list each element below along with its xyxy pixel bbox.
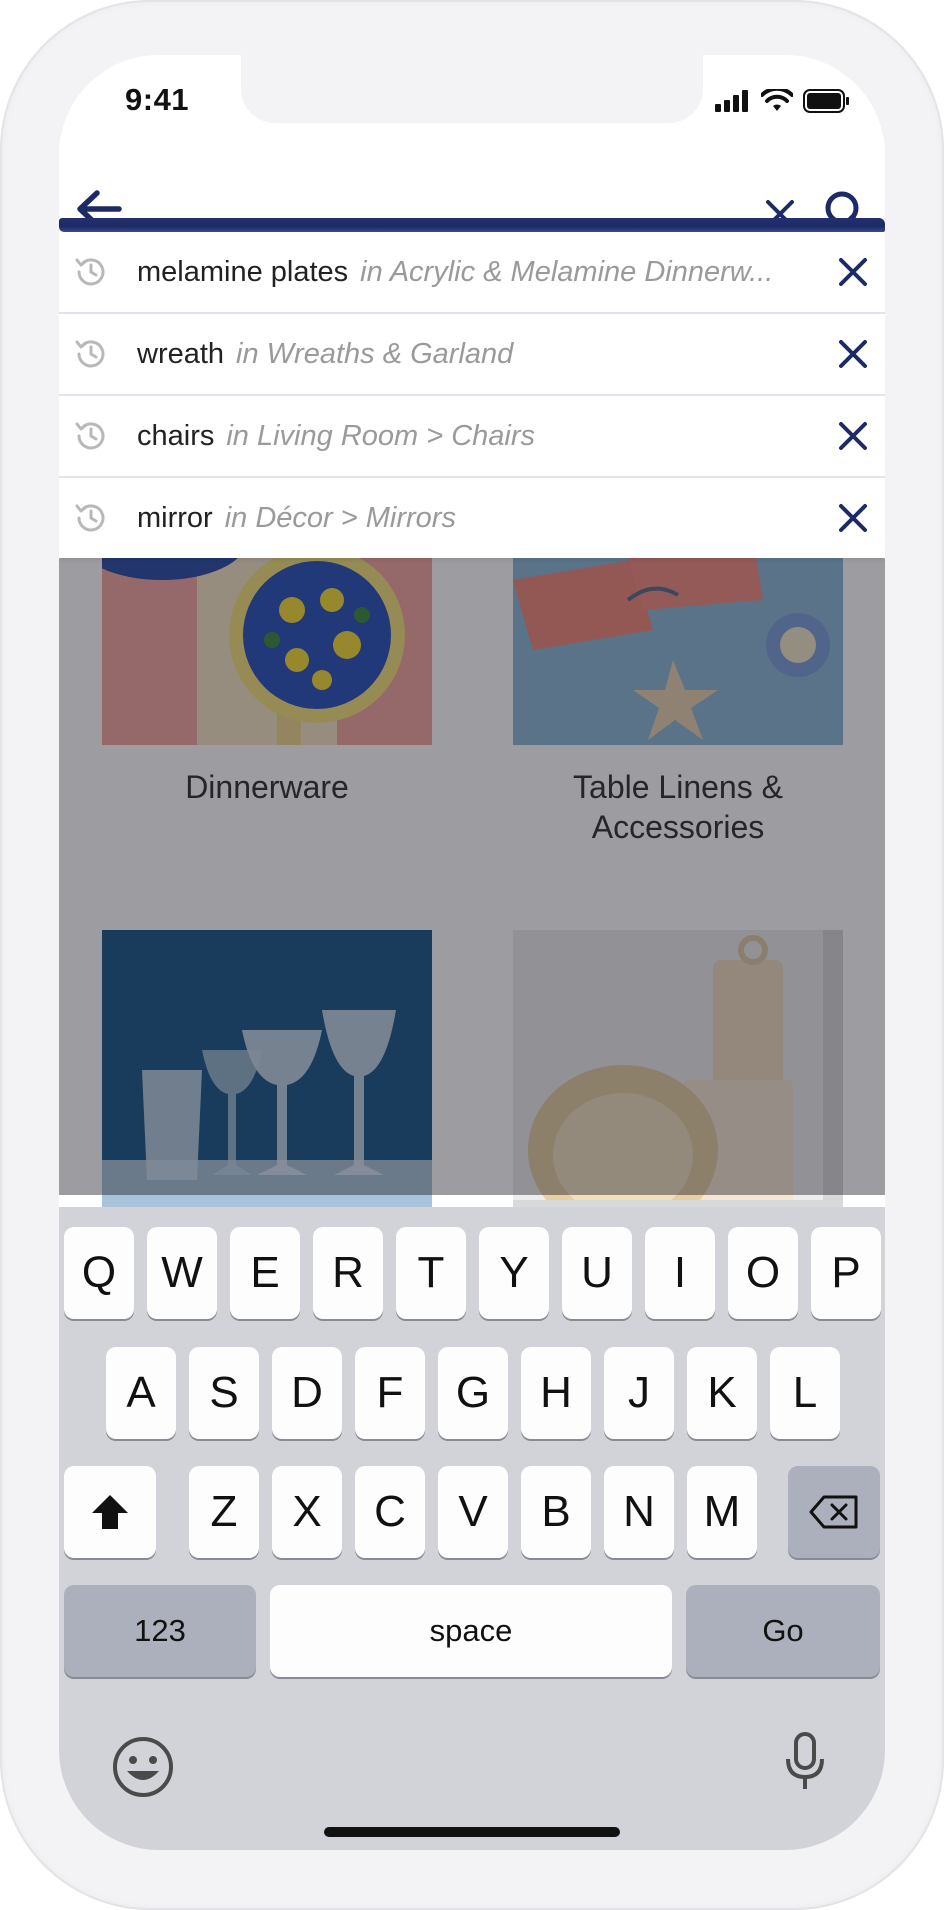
suggestion-text: melamine plates in Acrylic & Melamine Din… bbox=[137, 232, 797, 312]
key-i[interactable]: I bbox=[645, 1227, 715, 1319]
key-r[interactable]: R bbox=[313, 1227, 383, 1319]
suggestion-term: wreath bbox=[137, 338, 225, 370]
go-key[interactable]: Go bbox=[686, 1585, 880, 1677]
suggestion-item[interactable]: mirror in Décor > Mirrors bbox=[59, 478, 885, 558]
close-icon bbox=[839, 504, 867, 532]
history-icon bbox=[75, 258, 105, 286]
suggestion-category: in Décor > Mirrors bbox=[224, 502, 456, 534]
key-y[interactable]: Y bbox=[479, 1227, 549, 1319]
history-icon bbox=[75, 504, 105, 532]
dim-overlay bbox=[59, 540, 885, 1195]
microphone-button[interactable] bbox=[781, 1731, 829, 1795]
key-n[interactable]: N bbox=[604, 1466, 674, 1558]
suggestion-category: in Acrylic & Melamine Dinnerw... bbox=[360, 256, 774, 288]
key-v[interactable]: V bbox=[438, 1466, 508, 1558]
notch bbox=[241, 55, 703, 123]
key-d[interactable]: D bbox=[272, 1347, 342, 1439]
key-f[interactable]: F bbox=[355, 1347, 425, 1439]
key-z[interactable]: Z bbox=[189, 1466, 259, 1558]
recent-searches-list: melamine plates in Acrylic & Melamine Din… bbox=[59, 232, 885, 558]
numbers-key[interactable]: 123 bbox=[64, 1585, 256, 1677]
space-key[interactable]: space bbox=[270, 1585, 672, 1677]
key-h[interactable]: H bbox=[521, 1347, 591, 1439]
microphone-icon bbox=[786, 1732, 824, 1789]
remove-suggestion-button[interactable] bbox=[831, 250, 875, 294]
key-x[interactable]: X bbox=[272, 1466, 342, 1558]
key-s[interactable]: S bbox=[189, 1347, 259, 1439]
history-icon bbox=[75, 422, 105, 450]
shift-icon bbox=[92, 1495, 128, 1529]
key-p[interactable]: P bbox=[811, 1227, 881, 1319]
remove-suggestion-button[interactable] bbox=[831, 414, 875, 458]
header-brush-stroke bbox=[59, 218, 885, 232]
signal-icon bbox=[715, 90, 748, 112]
emoji-button[interactable] bbox=[111, 1735, 175, 1799]
key-b[interactable]: B bbox=[521, 1466, 591, 1558]
key-j[interactable]: J bbox=[604, 1347, 674, 1439]
remove-suggestion-button[interactable] bbox=[831, 332, 875, 376]
remove-suggestion-button[interactable] bbox=[831, 496, 875, 540]
battery-icon bbox=[803, 89, 849, 113]
key-e[interactable]: E bbox=[230, 1227, 300, 1319]
key-w[interactable]: W bbox=[147, 1227, 217, 1319]
key-o[interactable]: O bbox=[728, 1227, 798, 1319]
key-k[interactable]: K bbox=[687, 1347, 757, 1439]
key-l[interactable]: L bbox=[770, 1347, 840, 1439]
suggestion-text: wreath in Wreaths & Garland bbox=[137, 314, 797, 394]
shift-key[interactable] bbox=[64, 1466, 156, 1558]
backspace-icon bbox=[809, 1495, 858, 1529]
home-indicator bbox=[324, 1827, 620, 1837]
key-u[interactable]: U bbox=[562, 1227, 632, 1319]
suggestion-item[interactable]: melamine plates in Acrylic & Melamine Din… bbox=[59, 232, 885, 314]
phone-frame: 9:41 melamine plates in Acrylic & Melami… bbox=[0, 0, 944, 1910]
history-icon bbox=[75, 340, 105, 368]
key-q[interactable]: Q bbox=[64, 1227, 134, 1319]
suggestion-category: in Living Room > Chairs bbox=[226, 420, 536, 452]
suggestion-item[interactable]: wreath in Wreaths & Garland bbox=[59, 314, 885, 396]
key-g[interactable]: G bbox=[438, 1347, 508, 1439]
key-m[interactable]: M bbox=[687, 1466, 757, 1558]
key-a[interactable]: A bbox=[106, 1347, 176, 1439]
screen: 9:41 melamine plates in Acrylic & Melami… bbox=[59, 55, 885, 1850]
close-icon bbox=[839, 422, 867, 450]
suggestion-term: melamine plates bbox=[137, 256, 349, 288]
status-bar: 9:41 bbox=[59, 55, 885, 155]
close-icon bbox=[839, 340, 867, 368]
suggestion-term: chairs bbox=[137, 420, 215, 452]
key-c[interactable]: C bbox=[355, 1466, 425, 1558]
status-time: 9:41 bbox=[125, 82, 190, 117]
suggestion-category: in Wreaths & Garland bbox=[236, 338, 514, 370]
suggestion-text: chairs in Living Room > Chairs bbox=[137, 396, 797, 476]
suggestion-text: mirror in Décor > Mirrors bbox=[137, 478, 797, 558]
close-icon bbox=[839, 258, 867, 286]
suggestion-item[interactable]: chairs in Living Room > Chairs bbox=[59, 396, 885, 478]
key-t[interactable]: T bbox=[396, 1227, 466, 1319]
wifi-icon bbox=[761, 89, 793, 111]
emoji-icon bbox=[113, 1737, 173, 1797]
suggestion-term: mirror bbox=[137, 502, 213, 534]
keyboard: Q W E R T Y U I O P A S D F G H J K L Z … bbox=[59, 1207, 885, 1850]
backspace-key[interactable] bbox=[788, 1466, 880, 1558]
status-icons bbox=[715, 89, 851, 113]
